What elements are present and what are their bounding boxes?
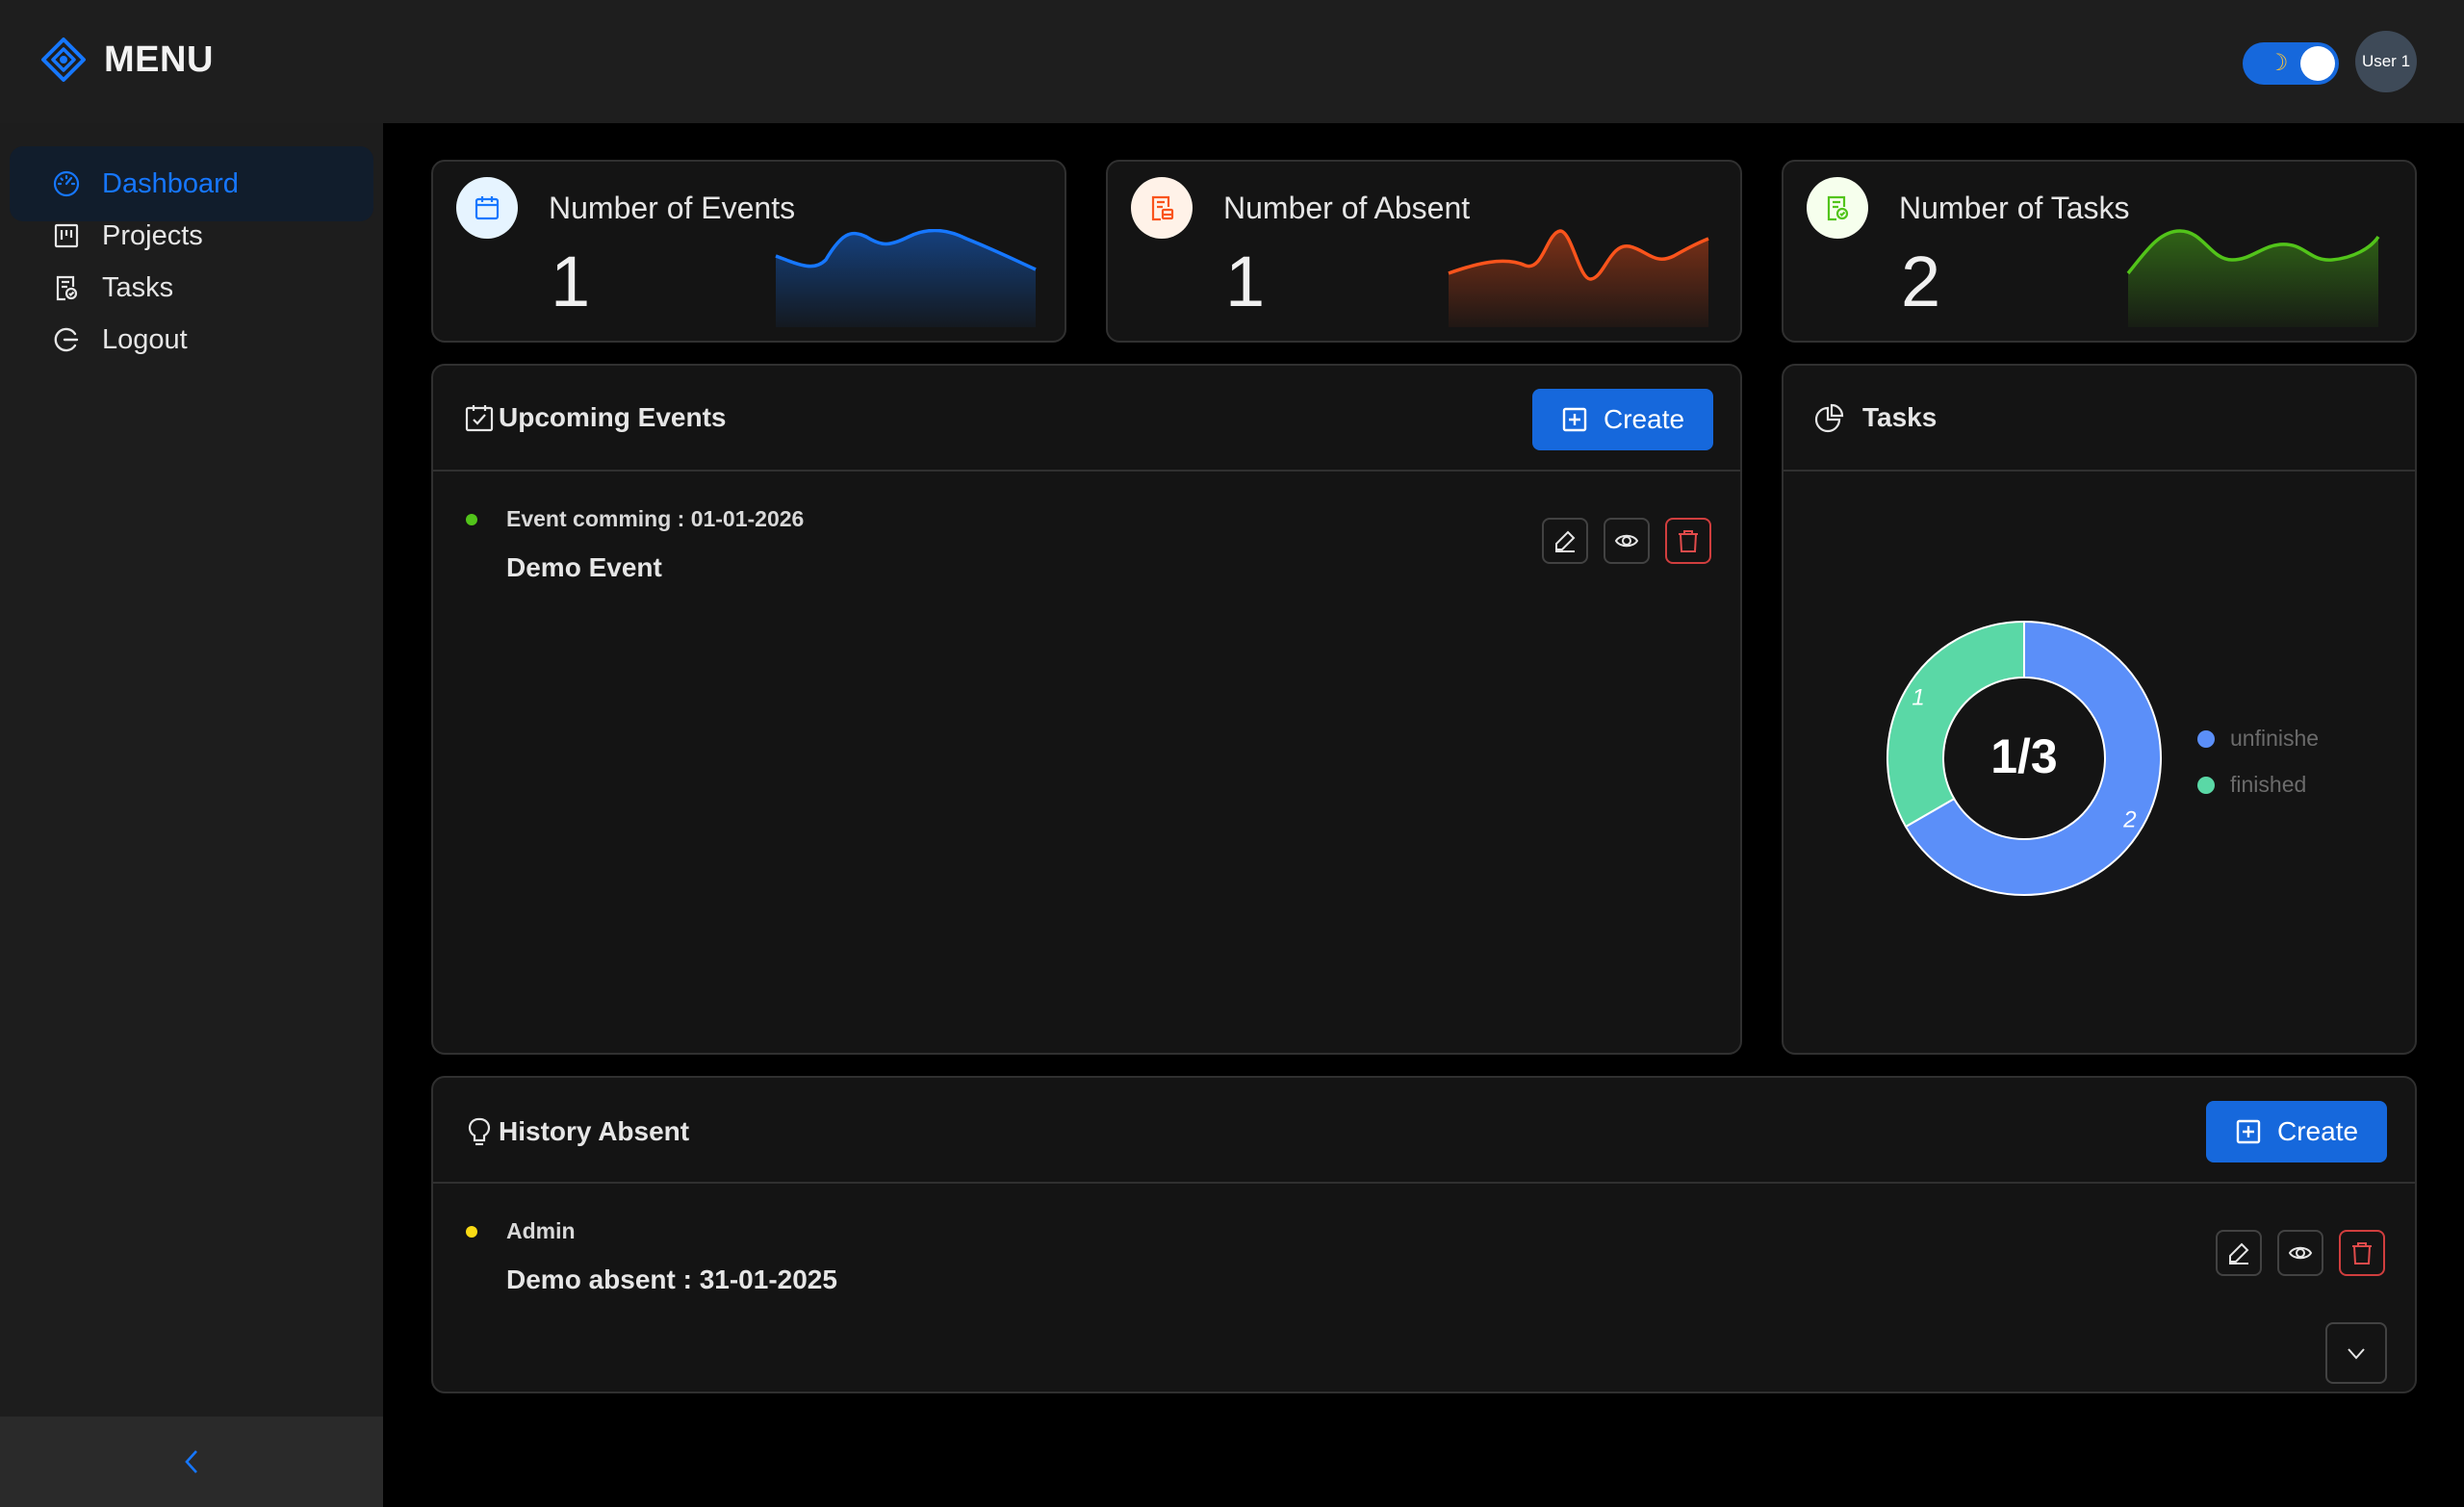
stat-card-events: Number of Events 1	[431, 160, 1066, 343]
tasks-panel: Tasks 2 1 1/3 unfinishe finished	[1782, 364, 2417, 1055]
trash-icon	[2352, 1242, 2372, 1264]
bulb-icon	[468, 1117, 491, 1146]
donut-slice-finished[interactable]	[1886, 620, 2025, 829]
sidebar-item-label: Tasks	[102, 271, 174, 303]
top-bar: MENU ☽ User 1	[0, 0, 2464, 123]
tasks-donut-chart: 2 1 1/3	[1886, 620, 2162, 896]
expand-button[interactable]	[2325, 1322, 2387, 1384]
stat-card-tasks: Number of Tasks 2	[1782, 160, 2417, 343]
sidebar-item-label: Projects	[102, 219, 203, 251]
legend-swatch	[2197, 776, 2215, 794]
absent-subtitle: Admin	[506, 1218, 576, 1243]
stat-label: Number of Events	[549, 191, 796, 225]
event-title: Demo Event	[506, 552, 662, 582]
stat-value: 2	[1901, 242, 1941, 321]
create-absent-button[interactable]: Create	[2206, 1101, 2388, 1162]
pie-chart-icon	[1814, 403, 1844, 433]
trash-icon	[1679, 530, 1698, 552]
tasks-icon	[56, 275, 78, 301]
calendar-icon	[456, 177, 518, 239]
sidebar: Dashboard Projects Tasks Logout	[0, 123, 383, 1507]
panel-title: History Absent	[464, 1116, 689, 1147]
history-absent-panel: History Absent Create Admin Demo absent …	[431, 1076, 2417, 1393]
absent-title: Demo absent : 31-01-2025	[506, 1264, 837, 1294]
task-doc-icon	[1807, 177, 1868, 239]
create-label: Create	[2277, 1116, 2359, 1146]
events-sparkline	[775, 229, 1037, 327]
plus-square-icon	[1562, 407, 1587, 432]
event-subtitle: Event comming : 01-01-2026	[506, 506, 805, 531]
edit-absent-button[interactable]	[2216, 1230, 2262, 1276]
donut-value-label: 1	[1912, 685, 1924, 711]
edit-event-button[interactable]	[1542, 518, 1588, 564]
logout-icon	[54, 327, 79, 352]
panel-header: Upcoming Events Create	[433, 366, 1740, 472]
legend-label: finished	[2230, 772, 2307, 797]
logo-icon	[41, 38, 86, 82]
absent-status-dot	[466, 1226, 477, 1238]
panel-title: Tasks	[1814, 402, 1937, 433]
delete-event-button[interactable]	[1665, 518, 1711, 564]
eye-icon	[1614, 534, 1639, 548]
projects-icon	[54, 223, 79, 248]
history-absent-title: History Absent	[499, 1116, 690, 1146]
user-avatar[interactable]: User 1	[2355, 31, 2417, 92]
panel-header: History Absent Create	[433, 1078, 2415, 1184]
create-label: Create	[1604, 404, 1685, 434]
plus-square-icon	[2236, 1119, 2261, 1144]
panel-header: Tasks	[1784, 366, 2415, 472]
upcoming-events-title: Upcoming Events	[499, 402, 727, 432]
event-status-dot	[466, 514, 477, 525]
edit-icon	[2229, 1242, 2249, 1264]
moon-icon: ☽	[2268, 50, 2289, 76]
stat-value: 1	[551, 242, 591, 321]
theme-toggle[interactable]: ☽	[2243, 42, 2339, 85]
delete-absent-button[interactable]	[2339, 1230, 2385, 1276]
stat-value: 1	[1225, 242, 1266, 321]
view-absent-button[interactable]	[2277, 1230, 2323, 1276]
toggle-knob	[2300, 46, 2335, 81]
donut-center-label: 1/3	[1990, 729, 2058, 783]
legend-label: unfinishe	[2230, 726, 2320, 751]
sidebar-item-logout[interactable]: Logout	[10, 302, 373, 377]
view-event-button[interactable]	[1604, 518, 1650, 564]
donut-value-label: 2	[2122, 807, 2136, 833]
upcoming-events-panel: Upcoming Events Create Event comming : 0…	[431, 364, 1742, 1055]
brand[interactable]: MENU	[40, 37, 214, 83]
calendar-check-icon	[465, 405, 494, 432]
absent-sparkline	[1448, 229, 1709, 327]
stat-label: Number of Tasks	[1899, 191, 2130, 225]
legend-item-unfinished[interactable]: unfinishe	[2197, 726, 2340, 752]
tasks-panel-title: Tasks	[1862, 402, 1938, 432]
eye-icon	[2288, 1246, 2313, 1260]
absent-doc-icon	[1131, 177, 1193, 239]
sidebar-item-label: Logout	[102, 323, 188, 355]
sidebar-item-label: Dashboard	[102, 167, 239, 199]
app-title: MENU	[104, 38, 214, 80]
sidebar-collapse-button[interactable]	[0, 1417, 383, 1507]
legend-item-finished[interactable]: finished	[2197, 772, 2340, 798]
chevron-left-icon	[185, 1450, 197, 1473]
dashboard-icon	[53, 170, 80, 197]
stat-label: Number of Absent	[1223, 191, 1471, 225]
edit-icon	[1555, 530, 1576, 552]
create-event-button[interactable]: Create	[1532, 389, 1714, 450]
panel-title: Upcoming Events	[464, 402, 726, 433]
chevron-down-icon	[2348, 1348, 2365, 1360]
legend-swatch	[2197, 729, 2215, 748]
tasks-sparkline	[2126, 229, 2380, 327]
stat-card-absent: Number of Absent 1	[1106, 160, 1742, 343]
